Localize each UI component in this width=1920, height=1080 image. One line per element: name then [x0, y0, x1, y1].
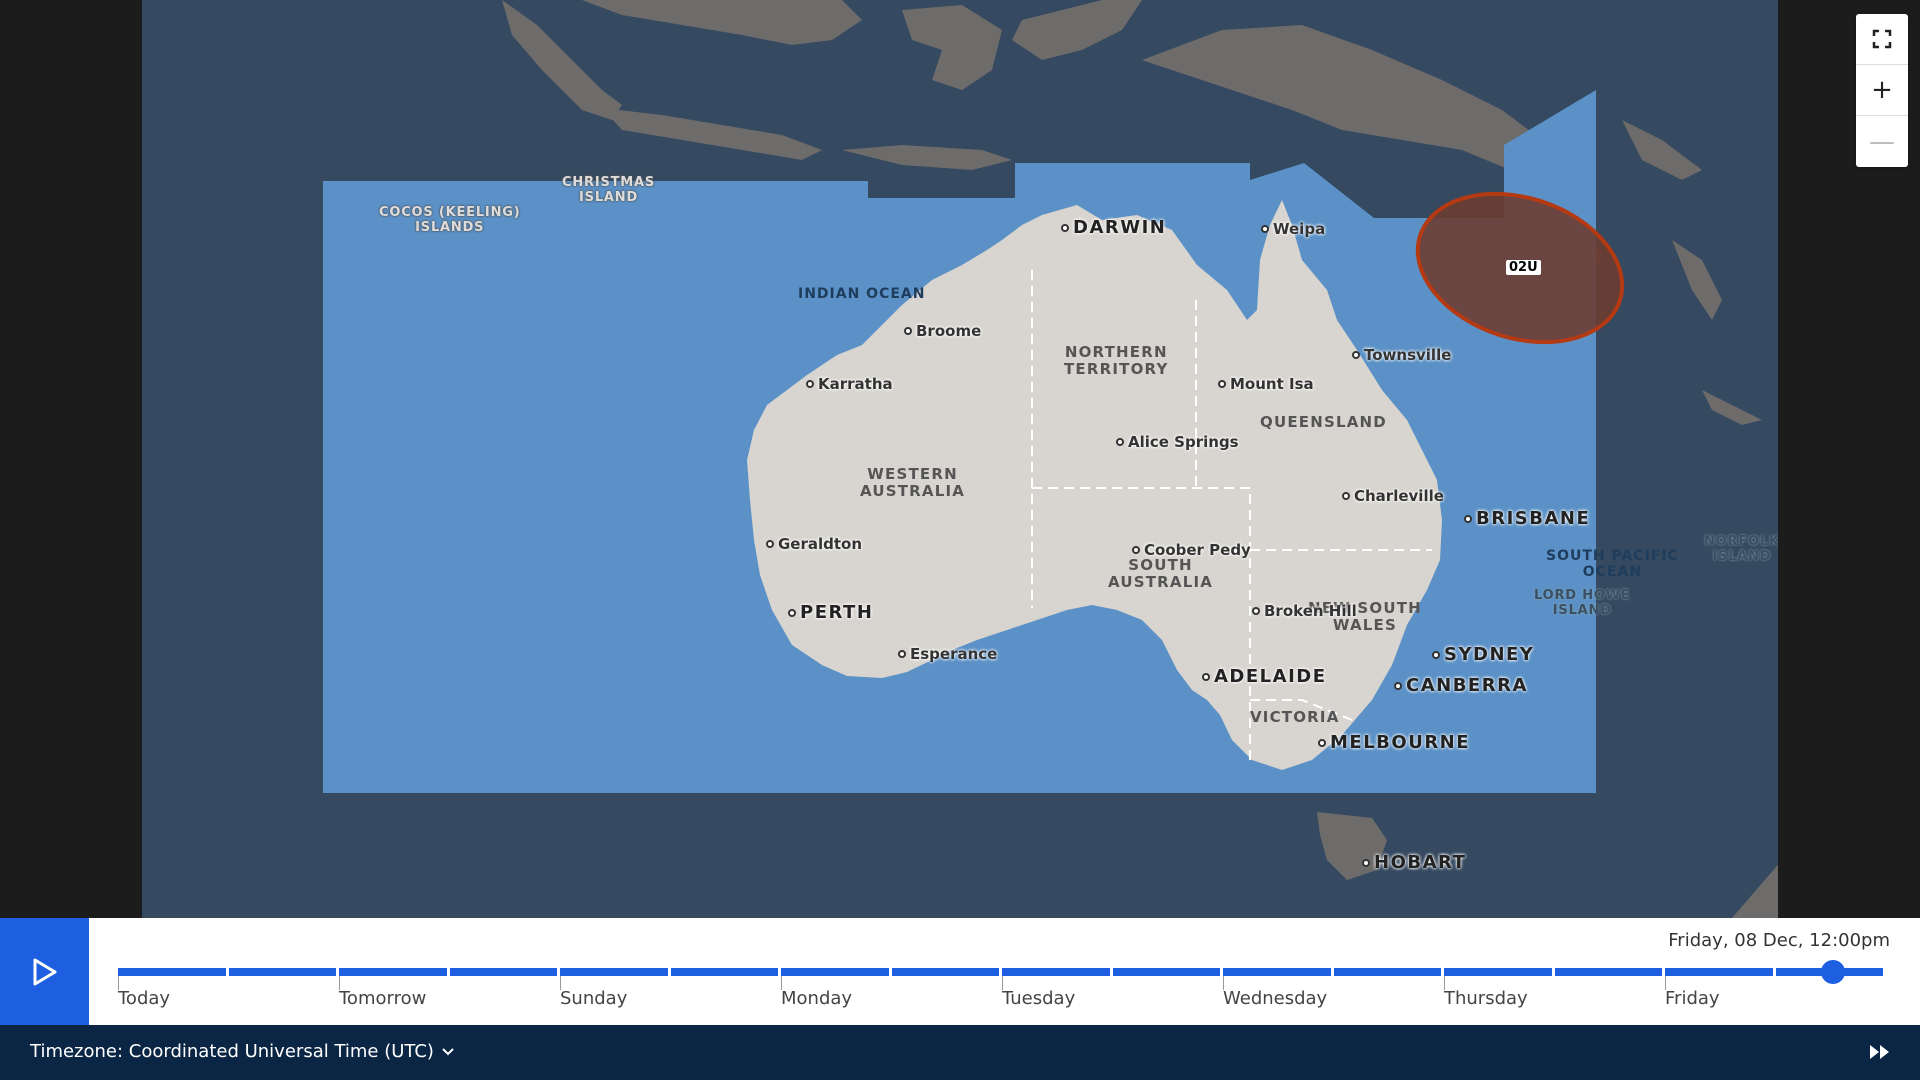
timeline-segment[interactable]	[1333, 968, 1441, 976]
zoom-in-button[interactable]: +	[1856, 65, 1908, 116]
play-icon	[33, 958, 56, 985]
play-button[interactable]	[0, 918, 89, 1025]
city-marker-icon	[1116, 438, 1124, 446]
norfolk-island-label: NORFOLK ISLAND	[1704, 534, 1778, 564]
city-hobart[interactable]: HOBART	[1362, 852, 1466, 873]
timeline-segment[interactable]	[339, 968, 447, 976]
city-esperance[interactable]: Esperance	[898, 645, 997, 663]
city-marker-icon	[1352, 351, 1360, 359]
city-marker-icon	[1464, 514, 1472, 523]
map-viewport[interactable]: 02U INDIAN OCEAN SOUTH PACIFIC OCEAN COC…	[142, 0, 1778, 918]
city-charleville[interactable]: Charleville	[1342, 487, 1444, 505]
timeline-segment[interactable]	[1444, 968, 1552, 976]
city-geraldton[interactable]: Geraldton	[766, 535, 862, 553]
city-karratha[interactable]: Karratha	[806, 375, 893, 393]
timeline-segment[interactable]	[1665, 968, 1773, 976]
city-sydney[interactable]: SYDNEY	[1432, 644, 1534, 665]
timeline-track[interactable]	[118, 960, 1886, 984]
current-time-label: Friday, 08 Dec, 12:00pm	[1668, 930, 1890, 951]
fullscreen-icon	[1872, 29, 1892, 49]
timeline-segment[interactable]	[1223, 968, 1331, 976]
south-australia-label: SOUTH AUSTRALIA	[1108, 556, 1214, 591]
city-broome[interactable]: Broome	[904, 322, 981, 340]
fast-forward-icon[interactable]	[1868, 1040, 1892, 1064]
queensland-label: QUEENSLAND	[1260, 413, 1387, 431]
timezone-selector[interactable]: Timezone: Coordinated Universal Time (UT…	[30, 1041, 454, 1062]
plus-icon: +	[1871, 75, 1893, 105]
city-marker-icon	[1362, 858, 1370, 867]
city-marker-icon	[766, 540, 774, 548]
timeline-segment[interactable]	[560, 968, 668, 976]
city-perth[interactable]: PERTH	[788, 602, 873, 623]
south-pacific-ocean-label: SOUTH PACIFIC OCEAN	[1546, 548, 1679, 580]
timeline-segment[interactable]	[670, 968, 778, 976]
footer-bar: Timezone: Coordinated Universal Time (UT…	[0, 1025, 1920, 1080]
indian-ocean-label: INDIAN OCEAN	[798, 286, 926, 302]
timezone-label: Timezone: Coordinated Universal Time (UT…	[30, 1041, 434, 1062]
city-townsville[interactable]: Townsville	[1352, 346, 1451, 364]
city-alice-springs[interactable]: Alice Springs	[1116, 433, 1239, 451]
city-melbourne[interactable]: MELBOURNE	[1318, 732, 1470, 753]
fullscreen-button[interactable]	[1856, 14, 1908, 65]
city-marker-icon	[1132, 546, 1140, 554]
christmas-island-label: CHRISTMAS ISLAND	[562, 175, 656, 205]
city-marker-icon	[1318, 738, 1326, 747]
app: 02U INDIAN OCEAN SOUTH PACIFIC OCEAN COC…	[0, 0, 1920, 1080]
timeline-segment[interactable]	[1554, 968, 1662, 976]
timeline-day-label[interactable]: Wednesday	[1223, 988, 1327, 1009]
chevron-down-icon	[442, 1047, 454, 1055]
city-marker-icon	[904, 327, 912, 335]
map-canvas	[323, 0, 1778, 918]
city-weipa[interactable]: Weipa	[1261, 220, 1325, 238]
city-coober-pedy[interactable]: Coober Pedy	[1132, 541, 1251, 559]
city-marker-icon	[1252, 607, 1260, 615]
timeline-day-label[interactable]: Today	[118, 988, 170, 1009]
western-australia-label: WESTERN AUSTRALIA	[860, 465, 966, 500]
timeline-segment[interactable]	[228, 968, 336, 976]
city-darwin[interactable]: DARWIN	[1061, 217, 1166, 238]
city-marker-icon	[1342, 492, 1350, 500]
timeline-scrubber[interactable]	[1820, 960, 1845, 984]
timeline-day-label[interactable]: Tomorrow	[339, 988, 426, 1009]
timeline-day-label[interactable]: Monday	[781, 988, 852, 1009]
timeline-panel: Friday, 08 Dec, 12:00pm Today Tomorrow Sun…	[0, 918, 1920, 1025]
timeline-day-label[interactable]: Tuesday	[1002, 988, 1075, 1009]
zoom-out-button[interactable]: —	[1856, 116, 1908, 167]
city-marker-icon	[1394, 681, 1402, 690]
storm-02u-label[interactable]: 02U	[1506, 260, 1541, 275]
city-marker-icon	[788, 608, 796, 617]
city-mount-isa[interactable]: Mount Isa	[1218, 375, 1314, 393]
city-canberra[interactable]: CANBERRA	[1394, 675, 1528, 696]
timeline-day-label[interactable]: Thursday	[1444, 988, 1528, 1009]
timeline-segment[interactable]	[449, 968, 557, 976]
city-marker-icon	[1202, 672, 1210, 681]
city-marker-icon	[806, 380, 814, 388]
city-marker-icon	[1218, 380, 1226, 388]
city-marker-icon	[898, 650, 906, 658]
timeline-segment[interactable]	[781, 968, 889, 976]
timeline-segment[interactable]	[1002, 968, 1110, 976]
timeline-segment[interactable]	[891, 968, 999, 976]
timeline-segment[interactable]	[118, 968, 226, 976]
city-marker-icon	[1432, 650, 1440, 659]
cocos-islands-label: COCOS (KEELING) ISLANDS	[379, 205, 521, 235]
city-brisbane[interactable]: BRISBANE	[1464, 508, 1590, 529]
timeline-day-label[interactable]: Sunday	[560, 988, 627, 1009]
minus-icon: —	[1869, 126, 1895, 157]
city-broken-hill[interactable]: Broken Hill	[1252, 602, 1357, 620]
map-controls: + —	[1856, 14, 1908, 167]
timeline-segment[interactable]	[1112, 968, 1220, 976]
city-marker-icon	[1261, 225, 1269, 233]
timeline-day-label[interactable]: Friday	[1665, 988, 1720, 1009]
city-adelaide[interactable]: ADELAIDE	[1202, 666, 1327, 687]
city-marker-icon	[1061, 223, 1069, 232]
victoria-label: VICTORIA	[1250, 708, 1340, 726]
lord-howe-island-label: LORD HOWE ISLAND	[1534, 588, 1631, 618]
northern-territory-label: NORTHERN TERRITORY	[1064, 343, 1169, 378]
